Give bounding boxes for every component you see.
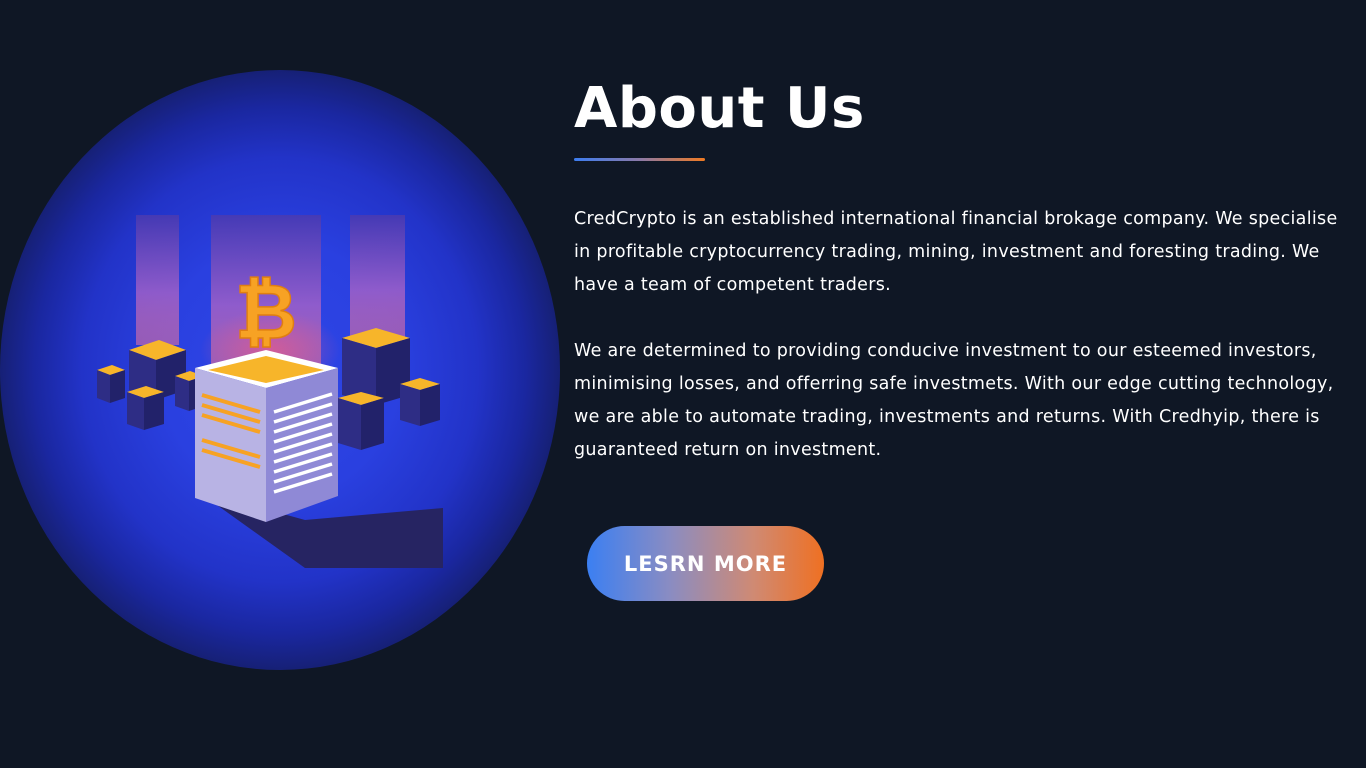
about-paragraph-2: We are determined to providing conducive… xyxy=(574,341,1334,460)
about-content: About Us CredCrypto is an established in… xyxy=(574,74,1344,467)
bitcoin-icon: ₿ xyxy=(235,267,297,356)
about-paragraph-1: CredCrypto is an established internation… xyxy=(574,209,1338,295)
bitcoin-server-illustration-icon: ₿ xyxy=(97,215,443,568)
about-section: ₿ About Us CredCrypto is an established … xyxy=(0,0,1366,768)
title-underline-divider xyxy=(574,158,705,161)
page-title: About Us xyxy=(574,76,865,141)
learn-more-button[interactable]: LESRN MORE xyxy=(587,526,824,601)
